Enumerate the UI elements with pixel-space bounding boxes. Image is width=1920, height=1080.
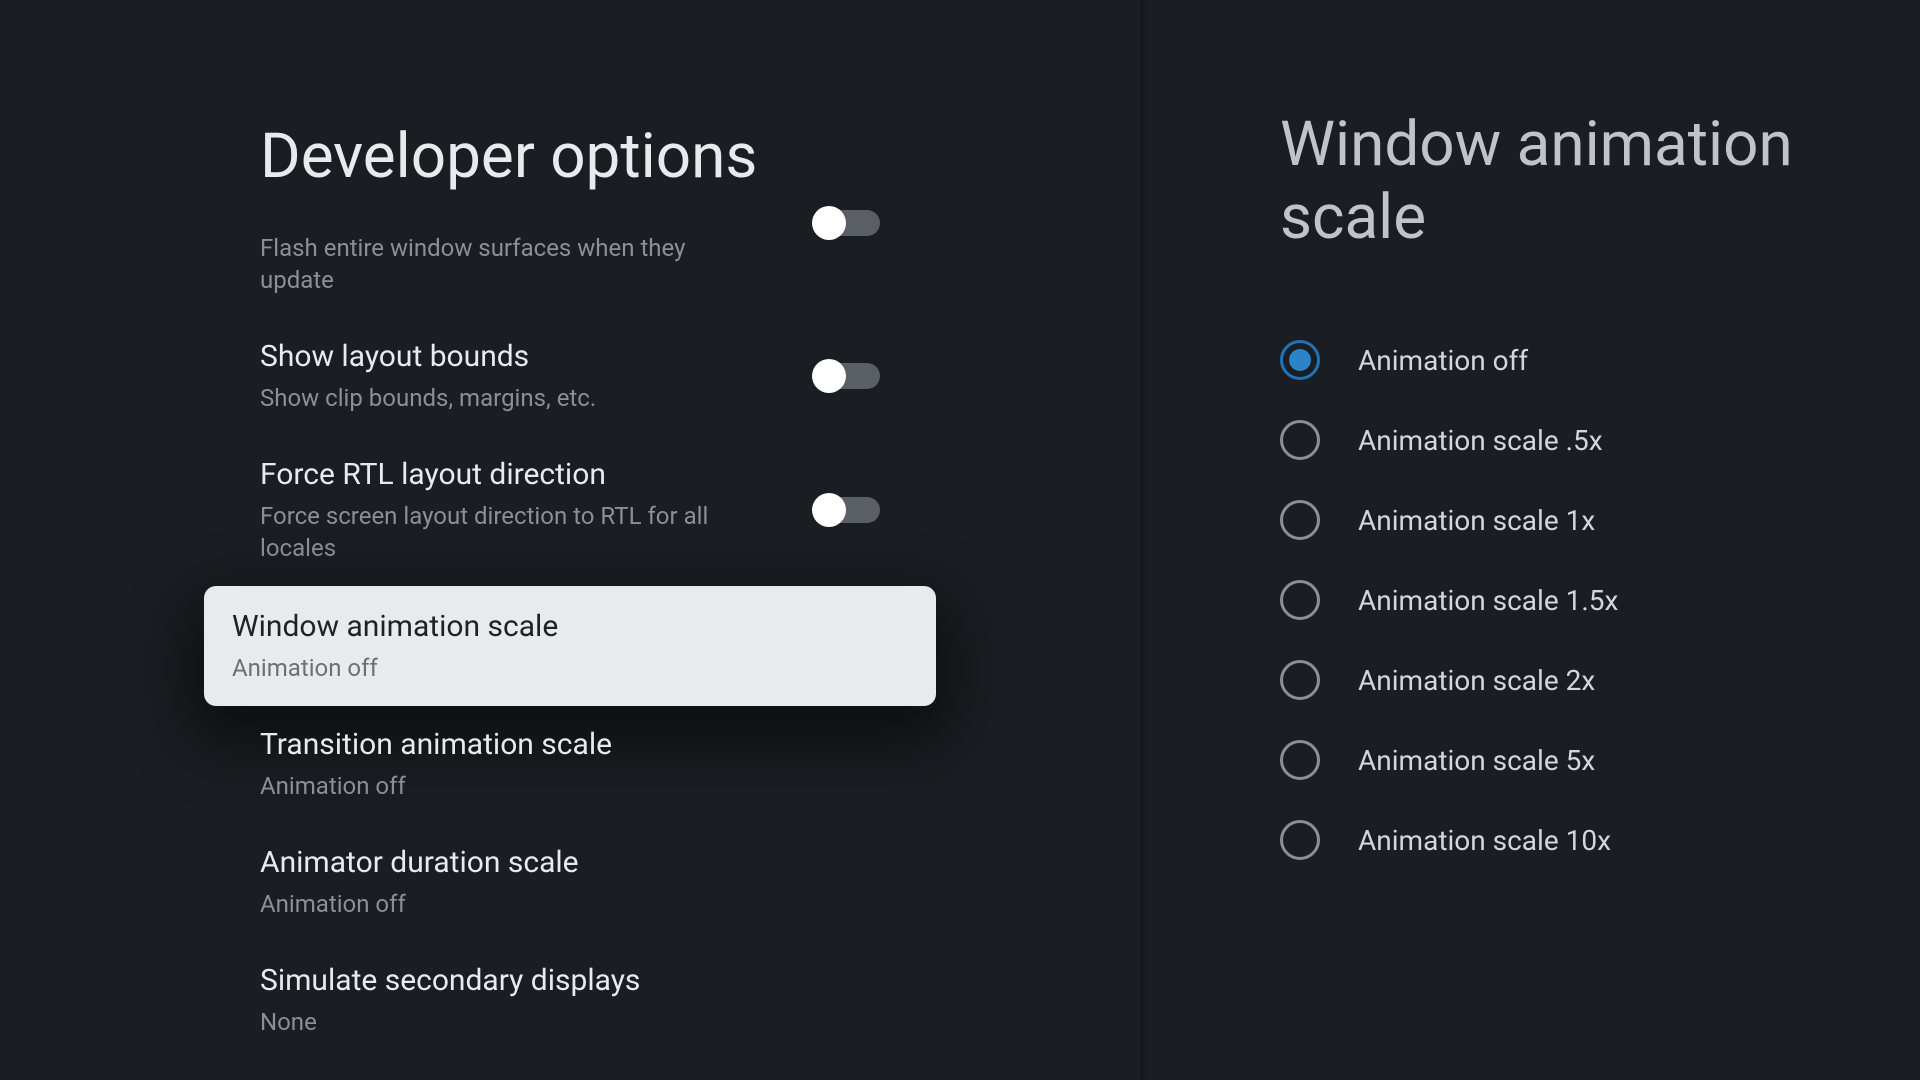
setting-subtitle: Show clip bounds, margins, etc.: [260, 382, 596, 414]
setting-title: Animator duration scale: [260, 844, 579, 882]
setting-title: Window animation scale: [232, 608, 558, 646]
setting-simulate-secondary-displays[interactable]: Simulate secondary displays None: [260, 942, 880, 1060]
setting-title: Transition animation scale: [260, 726, 612, 764]
radio-label: Animation scale 2x: [1358, 664, 1595, 697]
setting-subtitle: Animation off: [232, 652, 558, 684]
toggle-switch[interactable]: [814, 363, 880, 389]
setting-subtitle: Force screen layout direction to RTL for…: [260, 500, 720, 565]
setting-transition-animation-scale[interactable]: Transition animation scale Animation off: [260, 706, 880, 824]
setting-show-layout-bounds[interactable]: Show layout bounds Show clip bounds, mar…: [260, 318, 880, 436]
setting-animator-duration-scale[interactable]: Animator duration scale Animation off: [260, 824, 880, 942]
radio-label: Animation off: [1358, 344, 1528, 377]
radio-option-scale-10x[interactable]: Animation scale 10x: [1280, 800, 1860, 880]
setting-title: Show surface updates: [260, 188, 720, 226]
setting-force-rtl[interactable]: Force RTL layout direction Force screen …: [260, 436, 880, 586]
radio-label: Animation scale 10x: [1358, 824, 1611, 857]
toggle-knob: [812, 493, 846, 527]
radio-label: Animation scale 5x: [1358, 744, 1595, 777]
setting-subtitle: Animation off: [260, 888, 579, 920]
setting-title: Show layout bounds: [260, 338, 596, 376]
window-animation-scale-panel: Window animation scale Animation off Ani…: [1140, 0, 1920, 1080]
radio-icon: [1280, 820, 1320, 860]
setting-subtitle: None: [260, 1006, 640, 1038]
radio-icon: [1280, 740, 1320, 780]
toggle-switch[interactable]: [814, 210, 880, 236]
radio-label: Animation scale 1x: [1358, 504, 1595, 537]
radio-option-scale-5x[interactable]: Animation scale 5x: [1280, 720, 1860, 800]
radio-icon: [1280, 420, 1320, 460]
radio-option-scale-1x[interactable]: Animation scale 1x: [1280, 480, 1860, 560]
radio-option-scale-2x[interactable]: Animation scale 2x: [1280, 640, 1860, 720]
radio-option-scale-15x[interactable]: Animation scale 1.5x: [1280, 560, 1860, 640]
setting-title: Simulate secondary displays: [260, 962, 640, 1000]
setting-show-surface-updates[interactable]: Show surface updates Flash entire window…: [260, 168, 880, 318]
radio-label: Animation scale 1.5x: [1358, 584, 1618, 617]
radio-option-animation-off[interactable]: Animation off: [1280, 320, 1860, 400]
settings-list: Show surface updates Flash entire window…: [260, 214, 880, 1060]
toggle-knob: [812, 359, 846, 393]
setting-title: Force RTL layout direction: [260, 456, 720, 494]
detail-title: Window animation scale: [1280, 108, 1840, 254]
radio-icon: [1280, 500, 1320, 540]
radio-group: Animation off Animation scale .5x Animat…: [1280, 320, 1860, 880]
developer-options-panel: Developer options Show surface updates F…: [0, 0, 1140, 1080]
toggle-switch[interactable]: [814, 497, 880, 523]
setting-window-animation-scale[interactable]: Window animation scale Animation off: [204, 586, 936, 706]
radio-icon: [1280, 340, 1320, 380]
setting-subtitle: Animation off: [260, 770, 612, 802]
toggle-knob: [812, 206, 846, 240]
setting-subtitle: Flash entire window surfaces when they u…: [260, 232, 720, 297]
radio-icon: [1280, 660, 1320, 700]
radio-label: Animation scale .5x: [1358, 424, 1603, 457]
radio-option-scale-05x[interactable]: Animation scale .5x: [1280, 400, 1860, 480]
radio-icon: [1280, 580, 1320, 620]
